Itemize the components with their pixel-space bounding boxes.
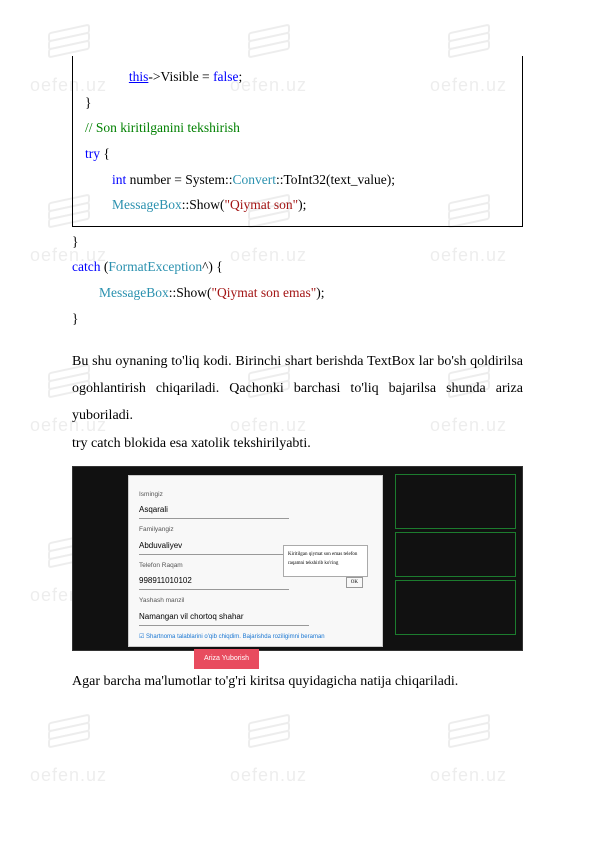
embedded-screenshot: Ismingiz Asqarali Familyangiz Abduvaliye… — [72, 466, 523, 651]
code-box-top: this->Visible = false; } // Son kiritilg… — [72, 56, 523, 227]
submit-button[interactable]: Ariza Yuborish — [194, 649, 259, 668]
label-address: Yashash manzil — [139, 595, 372, 607]
code-line: catch (FormatException^) { — [72, 254, 523, 280]
code-line: try { — [85, 141, 510, 167]
paragraph-trycatch: try catch blokida esa xatolik tekshirily… — [72, 431, 523, 458]
checkbox-terms[interactable]: ☑ Shartnoma talablarini o'qib chiqdim. B… — [139, 632, 372, 643]
label-name: Ismingiz — [139, 489, 372, 501]
code-line: } — [72, 306, 523, 332]
input-name[interactable]: Asqarali — [139, 501, 289, 519]
code-line: this->Visible = false; — [85, 64, 510, 90]
code-line: MessageBox::Show("Qiymat son"); — [85, 192, 510, 218]
input-surname[interactable]: Abduvaliyev — [139, 537, 289, 555]
messagebox-ok-button[interactable]: OK — [346, 577, 363, 589]
ide-panels — [393, 471, 518, 646]
input-phone[interactable]: 998911010102 — [139, 572, 289, 590]
messagebox-text: Kiritilgan qiymat son emas telefon raqam… — [288, 550, 363, 569]
messagebox: Kiritilgan qiymat son emas telefon raqam… — [283, 545, 368, 577]
code-line: int number = System::Convert::ToInt32(te… — [85, 167, 510, 193]
code-line: MessageBox::Show("Qiymat son emas"); — [72, 280, 523, 306]
code-line: } — [85, 90, 510, 116]
label-surname: Familyangiz — [139, 524, 372, 536]
input-address[interactable]: Namangan vil chortoq shahar — [139, 608, 309, 626]
paragraph-result: Agar barcha ma'lumotlar to'g'ri kiritsa … — [72, 669, 523, 696]
code-line: } — [72, 229, 523, 255]
paragraph-description: Bu shu oynaning to'liq kodi. Birinchi sh… — [72, 349, 523, 429]
code-comment: // Son kiritilganini tekshirish — [85, 115, 510, 141]
